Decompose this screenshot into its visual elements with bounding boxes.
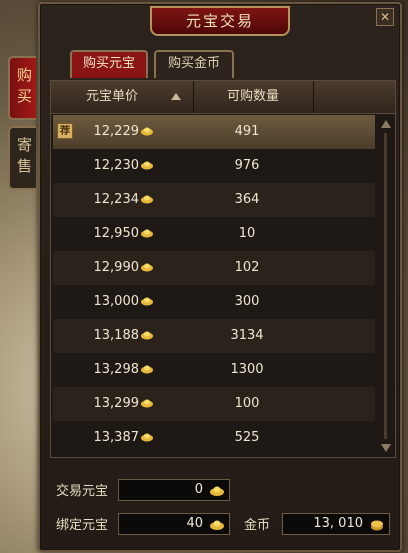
gold-coin-icon: [371, 520, 383, 531]
row-qty: 525: [234, 430, 260, 445]
gold-value: 13, 010: [313, 516, 363, 531]
column-header-qty[interactable]: 可购数量: [193, 81, 314, 113]
ingot-icon: [141, 263, 153, 272]
sort-ascending-icon[interactable]: [171, 93, 181, 100]
table-row[interactable]: 13,387 525: [53, 421, 375, 455]
row-price: 12,990: [93, 260, 140, 275]
table-row[interactable]: 12,230 976: [53, 149, 375, 183]
tab-buy-ingot[interactable]: 购买元宝: [70, 50, 148, 78]
table-header: 元宝单价 可购数量: [51, 81, 395, 114]
bound-ingot-label: 绑定元宝: [56, 518, 109, 533]
recommend-badge: 荐: [57, 123, 73, 139]
row-qty: 300: [234, 294, 260, 309]
tab-buy-gold[interactable]: 购买金币: [154, 50, 234, 78]
ingot-icon: [141, 229, 153, 238]
row-qty: 100: [234, 396, 260, 411]
row-qty: 102: [234, 260, 260, 275]
trade-ingot-label: 交易元宝: [56, 484, 109, 499]
row-qty: 1300: [230, 362, 264, 377]
table-row[interactable]: 13,298 1300: [53, 353, 375, 387]
row-price: 12,229: [93, 124, 140, 139]
row-price: 12,950: [93, 226, 140, 241]
row-price: 12,234: [93, 192, 140, 207]
row-qty: 10: [238, 226, 256, 241]
column-header-price-label: 元宝单价: [85, 89, 138, 104]
side-tab-consign[interactable]: 寄售: [8, 126, 36, 190]
scroll-up-arrow-icon[interactable]: [379, 117, 393, 131]
scrollbar[interactable]: [379, 117, 393, 455]
table-row[interactable]: 12,950 10: [53, 217, 375, 251]
row-price: 13,298: [93, 362, 140, 377]
gold-field: 13, 010: [282, 513, 390, 535]
close-button[interactable]: ✕: [376, 8, 394, 26]
ingot-icon: [141, 297, 153, 306]
table-row[interactable]: 12,990 102: [53, 251, 375, 285]
listing-rows: 荐 12,229 491 12,230 976 12,234 364 12,95…: [53, 115, 375, 457]
row-qty: 3134: [230, 328, 264, 343]
table-row[interactable]: 13,000 300: [53, 285, 375, 319]
ingot-icon: [141, 127, 153, 136]
ingot-icon: [210, 520, 224, 530]
scroll-down-arrow-icon[interactable]: [379, 441, 393, 455]
listing-panel: 元宝单价 可购数量 荐 12,229 491 12,230 976 12,234…: [50, 80, 396, 458]
row-price: 12,230: [93, 158, 140, 173]
gold-label: 金币: [244, 518, 271, 533]
row-price: 13,299: [93, 396, 140, 411]
ingot-icon: [210, 486, 224, 496]
row-price: 13,387: [93, 430, 140, 445]
ingot-icon: [141, 331, 153, 340]
row-qty: 364: [234, 192, 260, 207]
ingot-icon: [141, 433, 153, 442]
table-row[interactable]: 13,188 3134: [53, 319, 375, 353]
column-header-price[interactable]: 元宝单价: [51, 81, 194, 113]
trade-ingot-field[interactable]: 0: [118, 479, 230, 501]
row-qty: 491: [234, 124, 260, 139]
bound-ingot-value: 40: [186, 516, 203, 531]
table-row[interactable]: 13,299 100: [53, 387, 375, 421]
title-bar: 元宝交易 ✕: [40, 4, 400, 38]
ingot-icon: [141, 161, 153, 170]
table-row[interactable]: 荐 12,229 491: [53, 115, 375, 149]
scroll-track[interactable]: [384, 133, 387, 439]
ingot-icon: [141, 195, 153, 204]
column-header-empty: [313, 81, 393, 113]
ingot-icon: [141, 399, 153, 408]
row-price: 13,188: [93, 328, 140, 343]
trade-ingot-value: 0: [194, 482, 203, 497]
bound-ingot-field: 40: [118, 513, 230, 535]
window-title: 元宝交易: [150, 6, 290, 36]
row-price: 13,000: [93, 294, 140, 309]
table-row[interactable]: 12,234 364: [53, 183, 375, 217]
row-qty: 976: [234, 158, 260, 173]
side-tab-buy[interactable]: 购买: [8, 56, 36, 120]
ingot-icon: [141, 365, 153, 374]
